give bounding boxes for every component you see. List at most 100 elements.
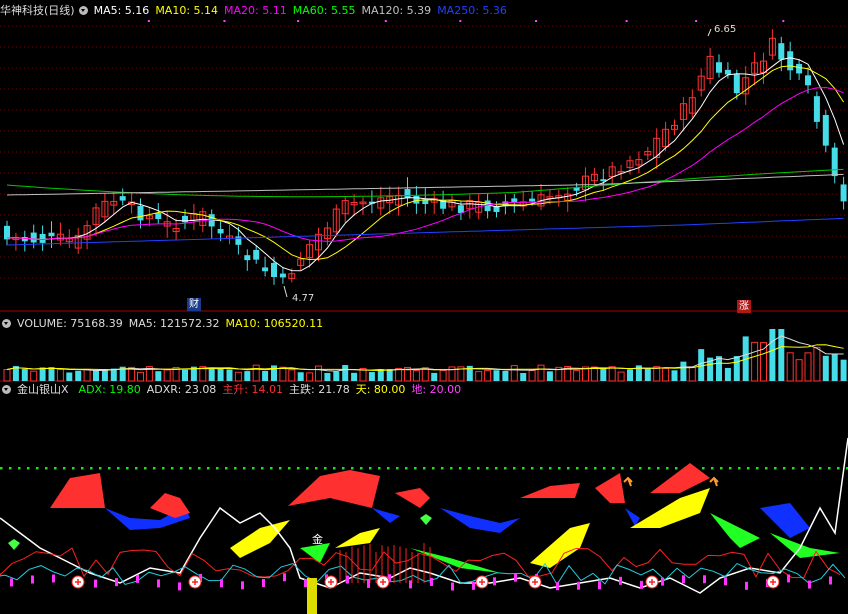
- volume-bar: [386, 369, 393, 381]
- volume-bar: [3, 369, 11, 382]
- level-80-dot: [594, 467, 597, 470]
- volume-chart[interactable]: [0, 314, 848, 382]
- level-80-dot: [126, 467, 129, 470]
- indicator-band: [520, 483, 580, 498]
- volume-bar: [671, 370, 678, 381]
- level-80-dot: [18, 467, 21, 470]
- indicator-band: [530, 523, 590, 568]
- level-80-dot: [450, 467, 453, 470]
- level-80-dot: [828, 467, 831, 470]
- base-bar: [52, 574, 55, 583]
- volume-bar: [93, 370, 99, 381]
- volume-bar: [760, 342, 767, 382]
- candle-down: [831, 147, 838, 177]
- finance-tag[interactable]: 财: [187, 298, 201, 311]
- level-80-dot: [702, 467, 705, 470]
- volume-bar: [769, 329, 776, 381]
- indicator-band: [150, 493, 190, 518]
- signal-dot: [459, 20, 462, 22]
- diamond-marker-icon: [8, 539, 20, 550]
- volume-bar: [315, 365, 322, 382]
- base-bar: [31, 575, 34, 584]
- volume-bar: [680, 361, 687, 381]
- volume-bar: [163, 369, 171, 382]
- candle-down: [48, 232, 55, 237]
- price-chart[interactable]: [0, 0, 848, 312]
- candle-down: [840, 184, 847, 202]
- base-bar: [220, 579, 223, 588]
- volume-bar: [208, 368, 215, 381]
- volume-bar: [831, 354, 838, 381]
- candle-down: [724, 69, 731, 75]
- candle-down: [119, 196, 126, 201]
- candle-down: [137, 205, 144, 221]
- volume-bar: [217, 367, 224, 381]
- signal-dot: [384, 20, 387, 22]
- level-80-dot: [765, 467, 768, 470]
- arrow-marker-icon: [623, 476, 633, 487]
- base-bar: [10, 578, 13, 587]
- adx-indicator-2: 主升: 14.01: [222, 383, 284, 396]
- base-bar: [367, 579, 370, 588]
- candle-down: [244, 255, 251, 261]
- volume-bar: [262, 371, 269, 381]
- volume-bar: [234, 371, 242, 382]
- volume-bar: [546, 371, 553, 381]
- level-80-dot: [819, 467, 822, 470]
- indicator-band: [230, 520, 290, 558]
- base-bar: [472, 581, 475, 590]
- volume-bar: [475, 371, 483, 382]
- diamond-marker-icon: [420, 514, 432, 525]
- volume-bar: [484, 370, 492, 382]
- base-bar: [682, 575, 685, 584]
- signal-dot: [625, 20, 628, 22]
- candle-down: [529, 198, 536, 202]
- base-bar: [829, 576, 832, 585]
- indicator-band: [50, 473, 105, 508]
- indicator-chart[interactable]: [0, 398, 848, 614]
- low-price-label: 4.77: [292, 293, 315, 304]
- level-80-dot: [756, 467, 759, 470]
- volume-bar: [288, 369, 296, 382]
- level-80-dot: [585, 467, 588, 470]
- level-80-dot: [396, 467, 399, 470]
- high-pointer: [707, 28, 712, 37]
- candle-down: [716, 62, 722, 73]
- volume-bar: [608, 366, 616, 382]
- candle-down: [813, 96, 820, 122]
- volume-bar: [520, 372, 527, 381]
- level-80-dot: [738, 467, 741, 470]
- level-80-dot: [189, 467, 192, 470]
- signal-dot: [782, 20, 785, 22]
- base-bar: [241, 581, 244, 590]
- indicator-band: [440, 508, 520, 533]
- adx-indicator-1: ADXR: 23.08: [146, 383, 217, 396]
- volume-bar: [510, 365, 518, 382]
- volume-bar: [537, 364, 545, 382]
- level-80-dot: [225, 467, 228, 470]
- level-80-dot: [153, 467, 156, 470]
- level-80-dot: [612, 467, 615, 470]
- volume-bar: [600, 368, 607, 381]
- low-pointer: [283, 285, 288, 298]
- level-80-dot: [0, 467, 3, 470]
- adx-indicator-5: 地: 20.00: [411, 383, 462, 396]
- ma5-line: [6, 57, 845, 272]
- base-bar: [787, 574, 790, 583]
- level-80-dot: [342, 467, 345, 470]
- indicator-band: [288, 470, 380, 508]
- chevron-down-icon[interactable]: [2, 385, 11, 394]
- rise-tag[interactable]: 涨: [737, 300, 751, 313]
- level-80-dot: [45, 467, 48, 470]
- base-bar: [514, 573, 517, 582]
- level-80-dot: [441, 467, 444, 470]
- volume-bar: [813, 346, 821, 382]
- volume-bar: [83, 368, 91, 382]
- volume-bar: [786, 352, 794, 382]
- base-bar: [430, 577, 433, 586]
- level-80-dot: [81, 467, 84, 470]
- level-80-dot: [513, 467, 516, 470]
- volume-bar: [333, 371, 340, 381]
- candle-down: [4, 225, 10, 240]
- volume-bar: [75, 370, 82, 381]
